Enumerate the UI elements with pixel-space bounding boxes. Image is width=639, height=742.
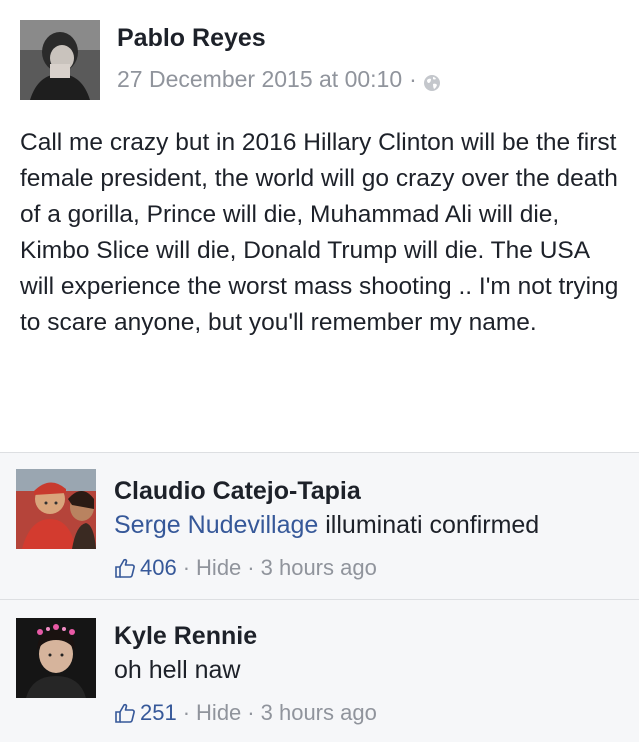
hide-link[interactable]: Hide — [196, 555, 241, 581]
meta-separator: · — [182, 700, 191, 725]
comment-time[interactable]: 3 hours ago — [261, 700, 377, 726]
hide-link[interactable]: Hide — [196, 700, 241, 726]
post-meta: 27 December 2015 at 00:10 · — [117, 66, 441, 93]
comment-meta: 406 · Hide · 3 hours ago — [114, 555, 377, 581]
comment-time[interactable]: 3 hours ago — [261, 555, 377, 581]
comment: Claudio Catejo-Tapia Serge Nudevillage i… — [0, 453, 639, 600]
meta-separator: · — [247, 700, 255, 725]
thumbs-up-icon[interactable] — [114, 702, 136, 724]
post-timestamp[interactable]: 27 December 2015 at 00:10 — [117, 66, 402, 93]
commenter-avatar[interactable] — [16, 469, 96, 549]
like-count[interactable]: 406 — [140, 555, 177, 581]
post-author-name[interactable]: Pablo Reyes — [117, 24, 266, 53]
post: Pablo Reyes 27 December 2015 at 00:10 · … — [0, 0, 639, 452]
comment-meta: 251 · Hide · 3 hours ago — [114, 700, 377, 726]
post-author-avatar[interactable] — [20, 20, 100, 100]
commenter-name[interactable]: Kyle Rennie — [114, 622, 257, 651]
comment-text-body: illuminati confirmed — [325, 511, 540, 539]
comment: Kyle Rennie oh hell naw 251 · Hide · 3 h… — [0, 600, 639, 742]
like-count[interactable]: 251 — [140, 700, 177, 726]
comments-section: Claudio Catejo-Tapia Serge Nudevillage i… — [0, 452, 639, 742]
meta-separator: · — [409, 66, 417, 92]
post-body-text: Call me crazy but in 2016 Hillary Clinto… — [20, 129, 619, 336]
comment-text: oh hell naw — [114, 656, 241, 684]
meta-separator: · — [182, 555, 191, 580]
commenter-avatar[interactable] — [16, 618, 96, 698]
thumbs-up-icon[interactable] — [114, 557, 136, 579]
meta-separator: · — [247, 555, 255, 580]
comment-text: Serge Nudevillage illuminati confirmed — [114, 511, 539, 540]
globe-icon[interactable] — [423, 71, 441, 91]
tagged-user-link[interactable]: Serge Nudevillage — [114, 511, 318, 539]
commenter-name[interactable]: Claudio Catejo-Tapia — [114, 477, 361, 506]
